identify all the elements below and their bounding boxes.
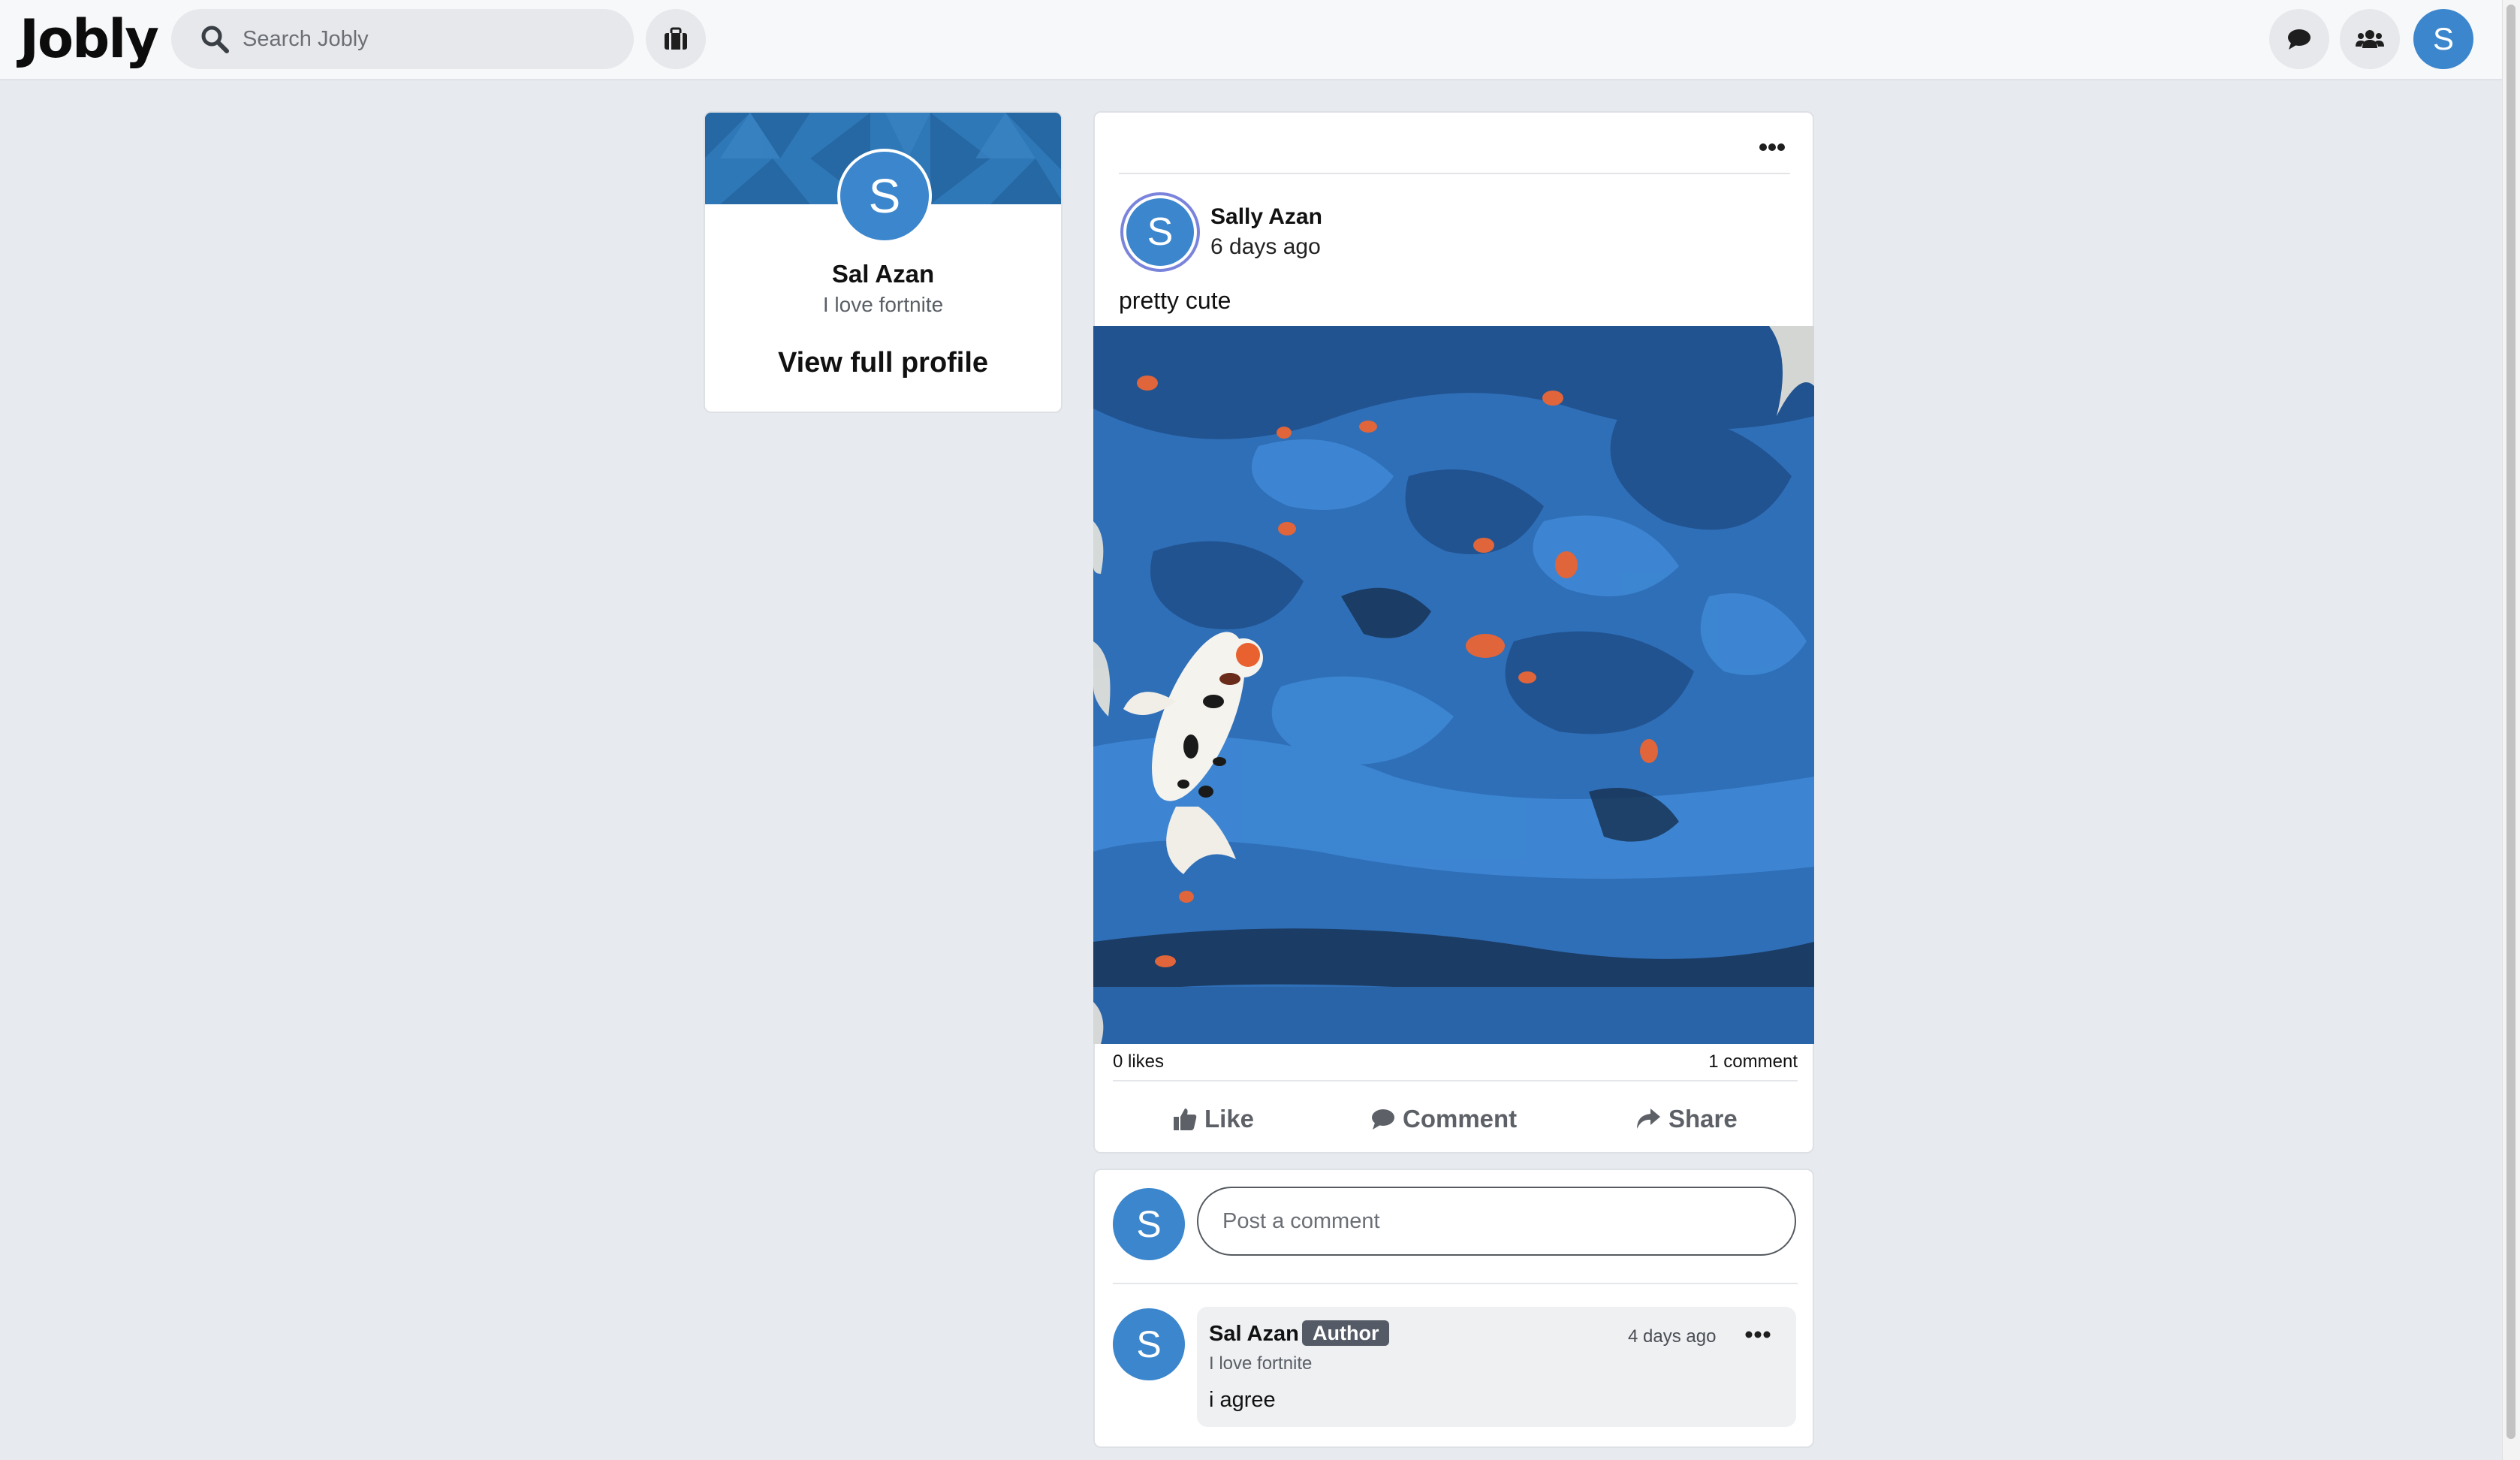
search-icon	[201, 26, 229, 53]
likes-count[interactable]: 0 likes	[1113, 1051, 1164, 1072]
post-timestamp: 6 days ago	[1210, 234, 1321, 259]
like-button[interactable]: Like	[1173, 1097, 1254, 1142]
network-button[interactable]	[2340, 9, 2400, 69]
profile-avatar[interactable]: S	[837, 149, 932, 243]
post-author-avatar-inner: S	[1126, 198, 1194, 266]
search-input[interactable]	[243, 9, 618, 69]
post-author-initial: S	[1147, 210, 1174, 254]
app-logo[interactable]: Jobly	[20, 3, 159, 75]
comments-count[interactable]: 1 comment	[1708, 1051, 1798, 1072]
view-full-profile-link[interactable]: View full profile	[705, 347, 1061, 379]
profile-tagline: I love fortnite	[822, 293, 944, 316]
briefcase-icon	[665, 27, 687, 50]
profile-avatar-initial: S	[868, 169, 901, 223]
comment-icon	[1372, 1109, 1394, 1130]
users-icon	[2356, 30, 2384, 48]
comment-text: i agree	[1209, 1388, 1276, 1412]
jobs-button[interactable]	[646, 9, 706, 69]
comment-item: Sal Azan Author 4 days ago I love fortni…	[1197, 1307, 1796, 1427]
commenter-avatar-initial: S	[1136, 1323, 1162, 1365]
like-label: Like	[1204, 1105, 1255, 1133]
search-bar[interactable]	[171, 9, 634, 69]
post-stats-divider	[1113, 1080, 1798, 1081]
comment-timestamp: 4 days ago	[1628, 1326, 1717, 1347]
post-text: pretty cute	[1119, 287, 1231, 314]
comments-card: S S Sal Azan Author 4 days ago I love fo…	[1093, 1169, 1814, 1448]
comments-divider	[1113, 1283, 1798, 1284]
profile-name: Sal Azan	[831, 260, 935, 288]
commenter-tagline: I love fortnite	[1209, 1353, 1313, 1374]
author-badge: Author	[1302, 1320, 1390, 1346]
more-options-icon[interactable]	[1750, 132, 1795, 162]
comment-label: Comment	[1403, 1105, 1518, 1133]
messages-button[interactable]	[2269, 9, 2329, 69]
post-image[interactable]	[1093, 326, 1814, 1044]
scrollbar-thumb[interactable]	[2506, 5, 2515, 1439]
my-avatar[interactable]: S	[1113, 1188, 1185, 1260]
comment-input[interactable]	[1197, 1187, 1796, 1256]
profile-card: S Sal Azan I love fortnite View full pro…	[704, 111, 1063, 413]
post-author-name[interactable]: Sally Azan	[1210, 204, 1322, 230]
post-card: S Sally Azan 6 days ago pretty cute 0 li…	[1093, 111, 1814, 1154]
commenter-avatar[interactable]: S	[1113, 1308, 1185, 1380]
user-avatar-initial: S	[2432, 21, 2454, 56]
share-button[interactable]: Share	[1635, 1097, 1738, 1142]
share-icon	[1637, 1109, 1660, 1129]
post-author-avatar[interactable]: S	[1120, 192, 1200, 272]
top-navbar: Jobly S	[0, 0, 2502, 80]
comment-button[interactable]: Comment	[1371, 1097, 1517, 1142]
my-avatar-initial: S	[1136, 1203, 1162, 1245]
post-header-divider	[1119, 173, 1790, 174]
chat-bubble-icon	[2288, 29, 2311, 50]
share-label: Share	[1668, 1105, 1738, 1133]
user-avatar-button[interactable]: S	[2413, 9, 2473, 69]
comment-more-options-icon[interactable]	[1739, 1323, 1777, 1346]
thumbs-up-icon	[1174, 1109, 1197, 1130]
commenter-name[interactable]: Sal Azan	[1209, 1322, 1299, 1347]
